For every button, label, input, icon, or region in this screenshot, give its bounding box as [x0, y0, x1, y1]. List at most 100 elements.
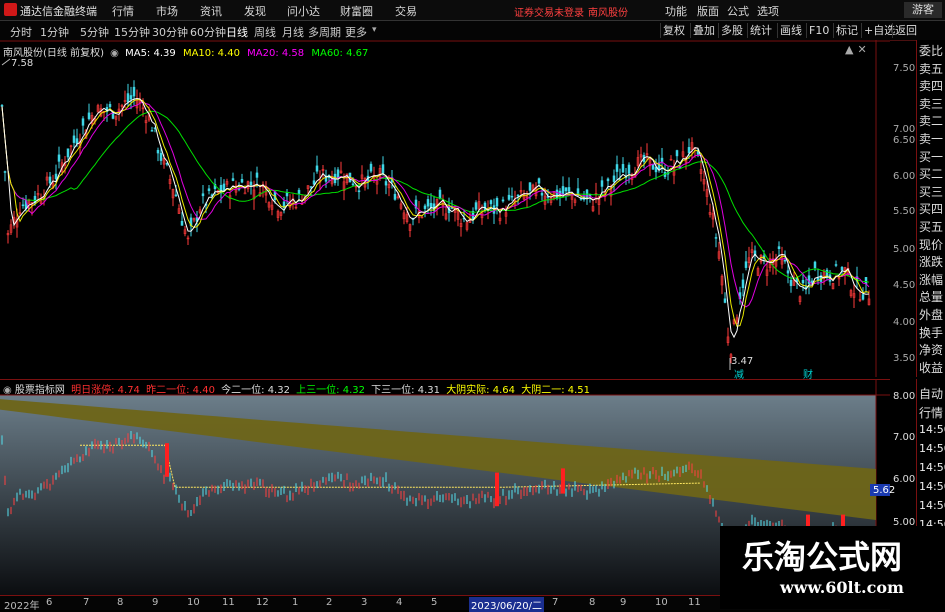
date-label: 1: [292, 597, 299, 608]
ma5-line: [1, 97, 870, 339]
menu-item-jiaoyi[interactable]: 交易: [395, 3, 417, 19]
date-label: 10: [655, 597, 668, 608]
legend-zuoer: 昨二一位: 4.40: [146, 385, 215, 396]
tool-duogu[interactable]: 多股: [718, 23, 745, 38]
up-icon[interactable]: ▲: [845, 43, 857, 56]
menu-item-gongshi[interactable]: 公式: [727, 3, 749, 19]
quote-label: 卖三: [919, 96, 944, 111]
menu-item-zixun[interactable]: 资讯: [200, 3, 222, 19]
quote-label: 买四: [919, 202, 944, 217]
chevron-down-icon[interactable]: ▾: [372, 25, 377, 35]
quote-label: 收益: [919, 360, 944, 375]
tool-fuquan[interactable]: 复权: [660, 23, 687, 38]
tool-biaoji[interactable]: 标记: [833, 23, 860, 38]
price-axis-label: 5.00: [893, 244, 916, 255]
price-axis-label: 4.00: [893, 317, 916, 328]
panel-controls: ▲✕: [845, 43, 871, 56]
quote-label: 卖四: [919, 79, 944, 94]
period-5min[interactable]: 5分钟: [80, 24, 109, 40]
tick-header[interactable]: 行情: [919, 404, 943, 421]
tick-header[interactable]: 自动: [919, 385, 943, 402]
date-label: 4: [396, 597, 403, 608]
period-monthly[interactable]: 月线: [282, 24, 304, 40]
settings-icon[interactable]: ◉: [110, 48, 119, 59]
quote-label: 买五: [919, 220, 944, 234]
kline-svg: [0, 40, 890, 377]
high-marker-line: [1, 58, 11, 66]
kline-chart[interactable]: 南风股份(日线 前复权) ◉ MA5: 4.39 MA10: 4.40 MA20…: [0, 40, 915, 381]
price-axis-label: 7.50: [893, 63, 916, 74]
quote-label: 委比: [919, 44, 944, 58]
tool-tongji[interactable]: 统计: [747, 23, 774, 38]
ma20-line: [1, 101, 870, 308]
quote-label: 外盘: [919, 308, 944, 322]
sub-marker-label: 5.62: [873, 485, 896, 496]
menu-bar: 通达信金融终端 行情 市场 资讯 发现 问小达 财富圈 交易 证券交易未登录 南…: [0, 0, 945, 21]
quote-label: 卖五: [919, 61, 944, 76]
high-label: 7.58: [11, 58, 34, 69]
quote-label: 现价: [919, 237, 944, 252]
price-axis-label: 3.50: [893, 353, 916, 364]
quote-label: 换手: [919, 325, 944, 340]
quote-panel: 委比 卖五 卖四 卖三 卖二 卖一 买一 买二 买三 买四 买五 现价 涨跌 涨幅 总量 外盘 换手 净资 收益: [916, 40, 945, 377]
quote-label: 涨跌: [919, 255, 944, 270]
menu-item-banmian[interactable]: 版面: [697, 3, 719, 19]
ma5-value: MA5: 4.39: [125, 48, 176, 59]
app-logo-icon: [4, 3, 17, 16]
quote-label: 卖一: [919, 132, 944, 146]
period-weekly[interactable]: 周线: [254, 24, 276, 40]
date-label: 7: [552, 597, 559, 608]
price-axis-label: 6.00: [893, 171, 916, 182]
period-60min[interactable]: 60分钟: [190, 24, 226, 40]
tool-huaxian[interactable]: 画线: [777, 23, 804, 38]
period-daily[interactable]: 日线: [226, 24, 248, 40]
trade-login-notice[interactable]: 证券交易未登录: [514, 4, 584, 19]
quote-label: 买二: [919, 167, 944, 182]
date-label: 11: [222, 597, 235, 608]
stock-name-link[interactable]: 南风股份: [588, 4, 628, 19]
sub-settings-icon[interactable]: ◉: [3, 385, 12, 396]
menu-item-caifuquan[interactable]: 财富圈: [340, 3, 373, 19]
sub-axis-label: 6.00: [893, 474, 916, 485]
ma20-value: MA20: 4.58: [247, 48, 305, 59]
period-1min[interactable]: 1分钟: [40, 24, 69, 40]
date-label: 12: [256, 597, 269, 608]
date-label: 3: [361, 597, 368, 608]
tool-f10[interactable]: F10: [806, 23, 831, 38]
menu-item-shichang[interactable]: 市场: [156, 3, 178, 19]
period-multi[interactable]: 多周期: [308, 24, 341, 40]
sub-axis-label: 7.00: [893, 432, 916, 443]
quote-label: 买三: [919, 184, 944, 199]
menu-item-hangqing[interactable]: 行情: [112, 3, 134, 19]
sub-axis-label: 8.00: [893, 391, 916, 402]
watermark: 乐淘公式网 www.60lt.com: [720, 526, 945, 609]
tool-fanhui[interactable]: 返回: [892, 23, 919, 38]
date-label: 7: [83, 597, 90, 608]
menu-item-gongneng[interactable]: 功能: [665, 3, 687, 19]
tick-time: 14:50: [919, 461, 945, 474]
price-axis-label: 5.50: [893, 206, 916, 217]
period-more[interactable]: 更多: [345, 24, 367, 40]
quote-label: 卖二: [919, 114, 944, 129]
date-label: 8: [117, 597, 124, 608]
price-axis-label: 6.50: [893, 135, 916, 146]
period-30min[interactable]: 30分钟: [152, 24, 188, 40]
cursor-date-label: 2023/06/20/二: [469, 597, 545, 612]
tool-diejia[interactable]: 叠加: [690, 23, 717, 38]
menu-item-faxian[interactable]: 发现: [244, 3, 266, 19]
legend-jiner: 今二一位: 4.32: [221, 385, 290, 396]
tick-time: 14:50: [919, 442, 945, 455]
close-icon[interactable]: ✕: [857, 43, 870, 56]
quote-label: 净资: [919, 343, 944, 358]
sub-legend-title: 股票指标网: [14, 385, 65, 396]
menu-item-xuanxiang[interactable]: 选项: [757, 3, 779, 19]
quote-label: 涨幅: [919, 272, 944, 287]
period-15min[interactable]: 15分钟: [114, 24, 150, 40]
legend-xiasan: 下三一位: 4.31: [371, 385, 440, 396]
guest-button[interactable]: 游客: [904, 2, 942, 18]
menu-item-wenxiaoda[interactable]: 问小达: [287, 3, 320, 19]
tick-time: 14:50: [919, 423, 945, 436]
period-fenshi[interactable]: 分时: [10, 24, 32, 40]
legend-shangsan: 上三一位: 4.32: [296, 385, 365, 396]
ma60-value: MA60: 4.67: [311, 48, 369, 59]
